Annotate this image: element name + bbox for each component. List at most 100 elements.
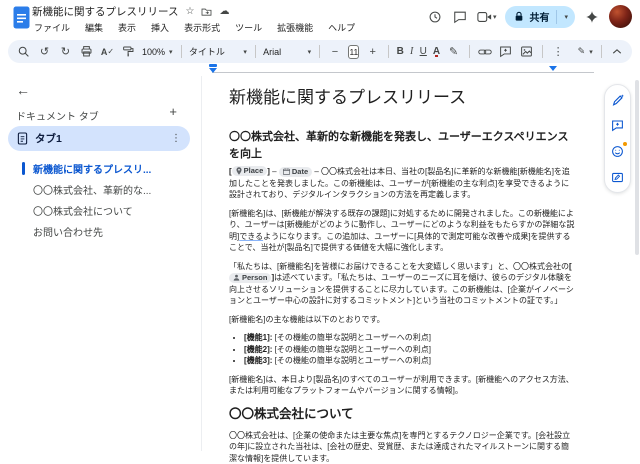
comments-icon[interactable] [452,9,468,25]
menu-format[interactable]: 表示形式 [181,20,223,35]
date-chip[interactable]: Date [279,167,312,177]
grammar-suggestion-text[interactable]: できる [239,232,263,241]
paragraph-intro: [Place] – Date – 〇〇株式会社は本日、当社の[製品名]に革新的な… [229,166,575,201]
italic-button[interactable]: I [410,46,414,57]
dash: – [312,167,321,176]
text-color-button[interactable]: A [433,46,440,57]
menu-bar: ファイル 編集 表示 挿入 表示形式 ツール 拡張機能 ヘルプ [31,20,358,35]
doc-subtitle: 〇〇株式会社、革新的な新機能を発表し、ユーザーエクスペリエンスを向上 [229,129,575,163]
tab-options-icon[interactable]: ⋮ [171,133,181,144]
suggest-edits-icon[interactable] [610,170,625,185]
close-sidebar-icon[interactable]: ← [16,82,30,98]
increase-font-size-button[interactable]: + [365,43,380,60]
ruler[interactable] [212,72,594,73]
menu-file[interactable]: ファイル [31,20,73,35]
outline-item-press-release[interactable]: 新機能に関するプレスリ... [0,158,202,179]
gemini-spark-icon[interactable] [584,9,600,25]
feature-list-item: [機能2]: [その機能の簡単な説明とユーザーへの利点] [244,344,575,356]
help-me-write-icon[interactable] [610,92,625,107]
font-size-input[interactable]: 11 [348,45,359,59]
menu-help[interactable]: ヘルプ [325,20,358,35]
doc-heading-about: 〇〇株式会社について [229,406,575,423]
highlight-color-icon[interactable]: ✎ [446,43,461,60]
add-comment-icon[interactable] [498,43,513,60]
spellcheck-icon[interactable]: A✓ [100,43,115,60]
add-tab-button[interactable]: + [169,104,177,119]
notification-dot [623,142,627,146]
hide-menus-icon[interactable] [609,43,624,60]
menu-view[interactable]: 表示 [115,20,139,35]
menu-tools[interactable]: ツール [232,20,265,35]
outline-item-announcement[interactable]: 〇〇株式会社、革新的な... [0,179,202,200]
paragraph-features-lead: [新機能名]の主な機能は以下のとおりです。 [229,314,575,326]
left-indent-marker[interactable] [209,68,217,73]
redo-icon[interactable]: ↻ [58,43,73,60]
zoom-value: 100% [142,47,165,57]
emoji-reaction-icon[interactable] [610,144,625,159]
chevron-down-icon: ▾ [493,13,497,21]
search-menus-icon[interactable] [16,43,31,60]
feature-list-item: [機能3]: [その機能の簡単な説明とユーザーへの利点] [244,355,575,367]
chevron-down-icon: ▾ [243,48,247,56]
share-dropdown-icon[interactable]: ▾ [564,13,568,21]
vertical-scrollbar[interactable] [635,80,639,255]
person-chip[interactable]: Person [229,273,271,283]
editing-mode-select[interactable]: ✎ ▾ [578,46,593,57]
google-docs-logo-icon[interactable] [13,6,30,34]
place-chip[interactable]: Place [232,166,268,176]
menu-edit[interactable]: 編集 [82,20,106,35]
styles-select[interactable]: タイトル ▾ [189,45,247,58]
paragraph-feature-detail: [新機能名]は、[新機能が解決する既存の課題]に対処するために開発されました。こ… [229,208,575,254]
move-folder-icon[interactable] [201,7,212,16]
account-avatar[interactable] [609,5,632,28]
star-icon[interactable]: ☆ [185,7,194,17]
top-bar: 新機能に関するプレスリリース ☆ ☁ ファイル 編集 表示 挿入 表示形式 ツー… [0,0,640,38]
outline-item-contact[interactable]: お問い合わせ先 [0,221,202,242]
tab-item-tab1[interactable]: タブ1 ⋮ [8,126,190,151]
document-tabs-sidebar: ← ドキュメント タブ + タブ1 ⋮ 新機能に関するプレスリ... 〇〇株式会… [0,76,202,451]
outline-item-label: お問い合わせ先 [33,224,103,239]
quick-actions-rail [604,84,631,193]
document-canvas[interactable]: 新機能に関するプレスリリース 〇〇株式会社、革新的な新機能を発表し、ユーザーエク… [229,86,575,464]
bold-button[interactable]: B [397,46,404,57]
undo-icon[interactable]: ↺ [37,43,52,60]
paint-format-icon[interactable] [121,43,136,60]
menu-extensions[interactable]: 拡張機能 [274,20,316,35]
outline-item-label: 〇〇株式会社、革新的な... [33,182,151,197]
more-options-icon[interactable]: ⋮ [551,43,566,60]
feature-name: [機能1]: [244,333,272,342]
zoom-select[interactable]: 100% ▾ [142,47,173,57]
share-button[interactable]: 共有 ▾ [505,6,575,28]
feature-name: [機能3]: [244,356,272,365]
first-line-indent-marker[interactable] [209,64,217,67]
feature-name: [機能2]: [244,345,272,354]
feature-list: [機能1]: [その機能の簡単な説明とユーザーへの利点] [機能2]: [その機… [229,332,575,367]
tab-label: タブ1 [35,131,164,146]
insert-link-icon[interactable] [477,43,492,60]
document-title[interactable]: 新機能に関するプレスリリース [32,4,178,19]
style-value: タイトル [189,45,225,58]
print-icon[interactable] [79,43,94,60]
lock-icon [514,11,524,22]
add-comment-icon[interactable] [610,118,625,133]
feature-list-item: [機能1]: [その機能の簡単な説明とユーザーへの利点] [244,332,575,344]
feature-desc: [その機能の簡単な説明とユーザーへの利点] [272,345,431,354]
bracket: [ [569,262,572,271]
decrease-font-size-button[interactable]: − [327,43,342,60]
meet-presence-button[interactable]: ▾ [477,11,497,23]
outline-item-about-company[interactable]: 〇〇株式会社について [0,200,202,221]
chevron-down-icon: ▾ [308,48,312,56]
font-select[interactable]: Arial ▾ [263,47,311,57]
spellcheck-check: ✓ [107,47,114,56]
underline-button[interactable]: U [420,46,427,57]
paragraph-availability: [新機能名]は、本日より[製品名]のすべてのユーザーが利用できます。[新機能への… [229,374,575,397]
right-indent-marker[interactable] [549,66,557,71]
cloud-saved-icon[interactable]: ☁ [219,7,229,17]
feature-desc: [その機能の簡単な説明とユーザーへの利点] [272,356,431,365]
version-history-icon[interactable] [427,9,443,25]
dash: – [270,167,279,176]
insert-image-icon[interactable] [519,43,534,60]
menu-insert[interactable]: 挿入 [148,20,172,35]
date-chip-label: Date [292,166,308,178]
paragraph-text: 「私たちは、[新機能名]を皆様にお届けできることを大変嬉しく思います」と、〇〇株… [229,262,569,271]
